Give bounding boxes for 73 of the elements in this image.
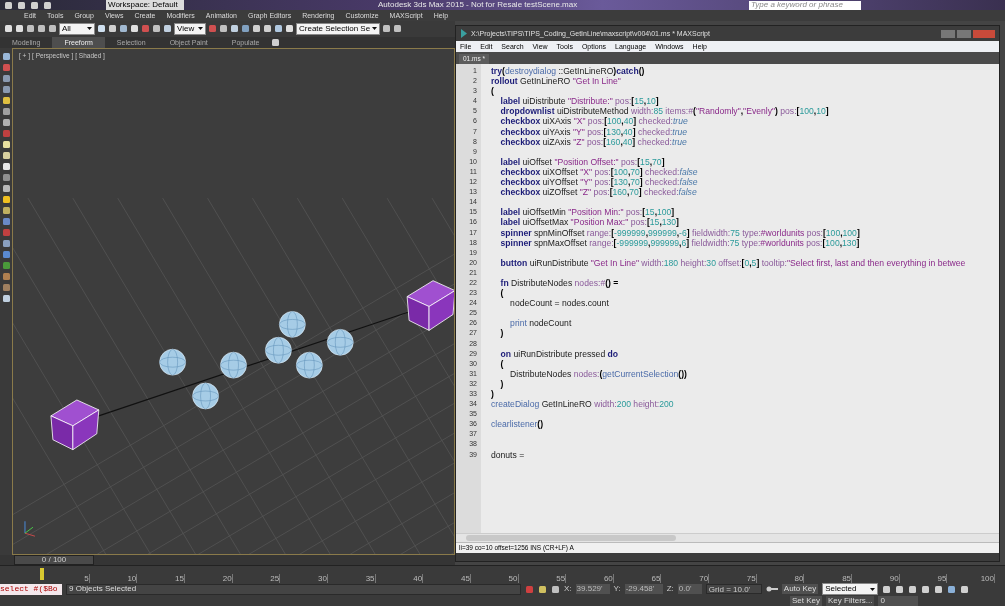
timeline-track[interactable]: 5 10 15 20 25 30 35 40 45 50 55 60 65 70 75 80 85 90 95 100 (0, 565, 1005, 583)
axis-gizmo-icon (24, 520, 36, 537)
workspace-dropdown[interactable]: Workspace: Default (106, 0, 184, 10)
key-mode-dropdown[interactable]: Selected (822, 583, 879, 595)
coordinate-dropdown[interactable]: View (174, 22, 206, 35)
code-line: DistributeNodes nodes:(getCurrentSelection()) (509, 368, 687, 379)
code-line: label uiDistribute "Distribute:" pos:[15,10] (499, 96, 659, 107)
code-line: ( (499, 358, 504, 369)
code-line: try(destroydialog ::GetInLineRO)catch() (491, 66, 645, 76)
code-line: nodeCount = nodes.count (509, 298, 609, 309)
frame-field[interactable]: 0 (878, 595, 919, 606)
code-line: spinner spnMaxOffset range:[-999999,999999,6] fieldwidth:75 type:#worldunits pos:[100,130] (499, 237, 860, 248)
code-line: print nodeCount (509, 318, 572, 329)
sphere (192, 382, 219, 410)
code-line: checkbox uiYAxis "Y" pos:[130,40] checked:true (499, 126, 688, 137)
time-slider-thumb[interactable]: 0 / 100 (14, 555, 94, 566)
y-label: Y: (613, 585, 621, 593)
cube (406, 280, 454, 331)
caret-icon (870, 587, 876, 591)
code-line: checkbox uiYOffset "Y" pos:[130,70] checked:false (499, 177, 698, 188)
code-line: ) (499, 328, 504, 339)
code-line: label uiOffsetMax "Position Max:" pos:[15,130] (499, 217, 679, 228)
code-line: checkbox uiZAxis "Z" pos:[160,40] checked:true (499, 136, 687, 147)
sphere (220, 351, 247, 379)
grid-size-field: Grid = 10.0' (705, 584, 762, 594)
key-filters-button[interactable]: Key Filters... (826, 595, 875, 606)
code-line: label uiOffsetMin "Position Min:" pos:[15,100] (499, 207, 675, 218)
horizontal-scrollbar[interactable] (456, 533, 999, 542)
code-line: checkbox uiXOffset "X" pos:[100,70] checked:false (499, 166, 698, 177)
app-icon (460, 29, 468, 38)
code-line: ( (499, 288, 504, 299)
caret-icon (198, 27, 203, 31)
code-line: dropdownlist uiDistributeMethod width:85 items:#("Randomly","Evenly") pos:[100,10] (499, 106, 829, 117)
named-selection-dropdown[interactable]: Create Selection Se (296, 22, 380, 35)
maximize-button[interactable] (957, 29, 971, 38)
listener-field[interactable]: select #($Bo (0, 583, 62, 595)
code-line: ) (499, 378, 504, 389)
code-line: createDialog GetInLineRO width:200 height:200 (491, 399, 674, 410)
scrollbar-thumb[interactable] (466, 535, 676, 541)
search-field[interactable]: Type a keyword or phrase (749, 0, 861, 10)
x-label: X: (564, 585, 572, 593)
code-line: clearlistener() (491, 419, 544, 430)
auto-key-button[interactable]: Auto Key (781, 584, 819, 594)
sphere (296, 351, 323, 379)
sphere (279, 311, 306, 338)
sphere (265, 337, 292, 364)
code-line: spinner spnMinOffset range:[-999999,999999,-6] fieldwidth:75 type:#worldunits pos:[100,100] (499, 227, 860, 238)
code-line: rollout GetInLineRO "Get In Line" (491, 76, 621, 87)
set-key-button[interactable]: Set Key (790, 595, 822, 606)
sphere (327, 329, 354, 356)
code-line: checkbox uiXAxis "X" pos:[100,40] checked:true (499, 116, 688, 127)
code-line: donuts = (491, 449, 525, 460)
code-line: ) (491, 389, 494, 399)
sphere (159, 348, 186, 376)
code-line: fn DistributeNodes nodes:#() = (499, 277, 619, 288)
code-line: button uiRunDistribute "Get In Line" width:180 height:30 offset:[0,5] tooltip:"Select first, last and then everything in betwee (499, 257, 966, 268)
window-title: Autodesk 3ds Max 2015 - Not for Resale testScene.max (378, 1, 578, 9)
caret-icon (87, 27, 92, 31)
z-coordinate-field[interactable]: 0.0' (677, 584, 702, 594)
code-line: label uiOffset "Position Offset:" pos:[15,70] (499, 156, 665, 167)
x-coordinate-field[interactable]: 39.529' (575, 584, 610, 594)
z-label: Z: (666, 585, 674, 593)
code-line: on uiRunDistribute pressed do (499, 348, 619, 359)
selection-filter-dropdown[interactable]: All (59, 22, 95, 35)
cube (50, 399, 100, 451)
caret-icon (372, 27, 377, 31)
prompt-field: 9 Objects Selected (66, 583, 521, 595)
code-line: ( (491, 86, 494, 97)
y-coordinate-field[interactable]: -29.458' (624, 584, 663, 594)
key-icon[interactable] (765, 586, 778, 592)
minimize-button[interactable] (941, 29, 955, 38)
code-line: checkbox uiZOffset "Z" pos:[160,70] checked:false (499, 187, 697, 198)
time-marker[interactable] (40, 568, 44, 581)
